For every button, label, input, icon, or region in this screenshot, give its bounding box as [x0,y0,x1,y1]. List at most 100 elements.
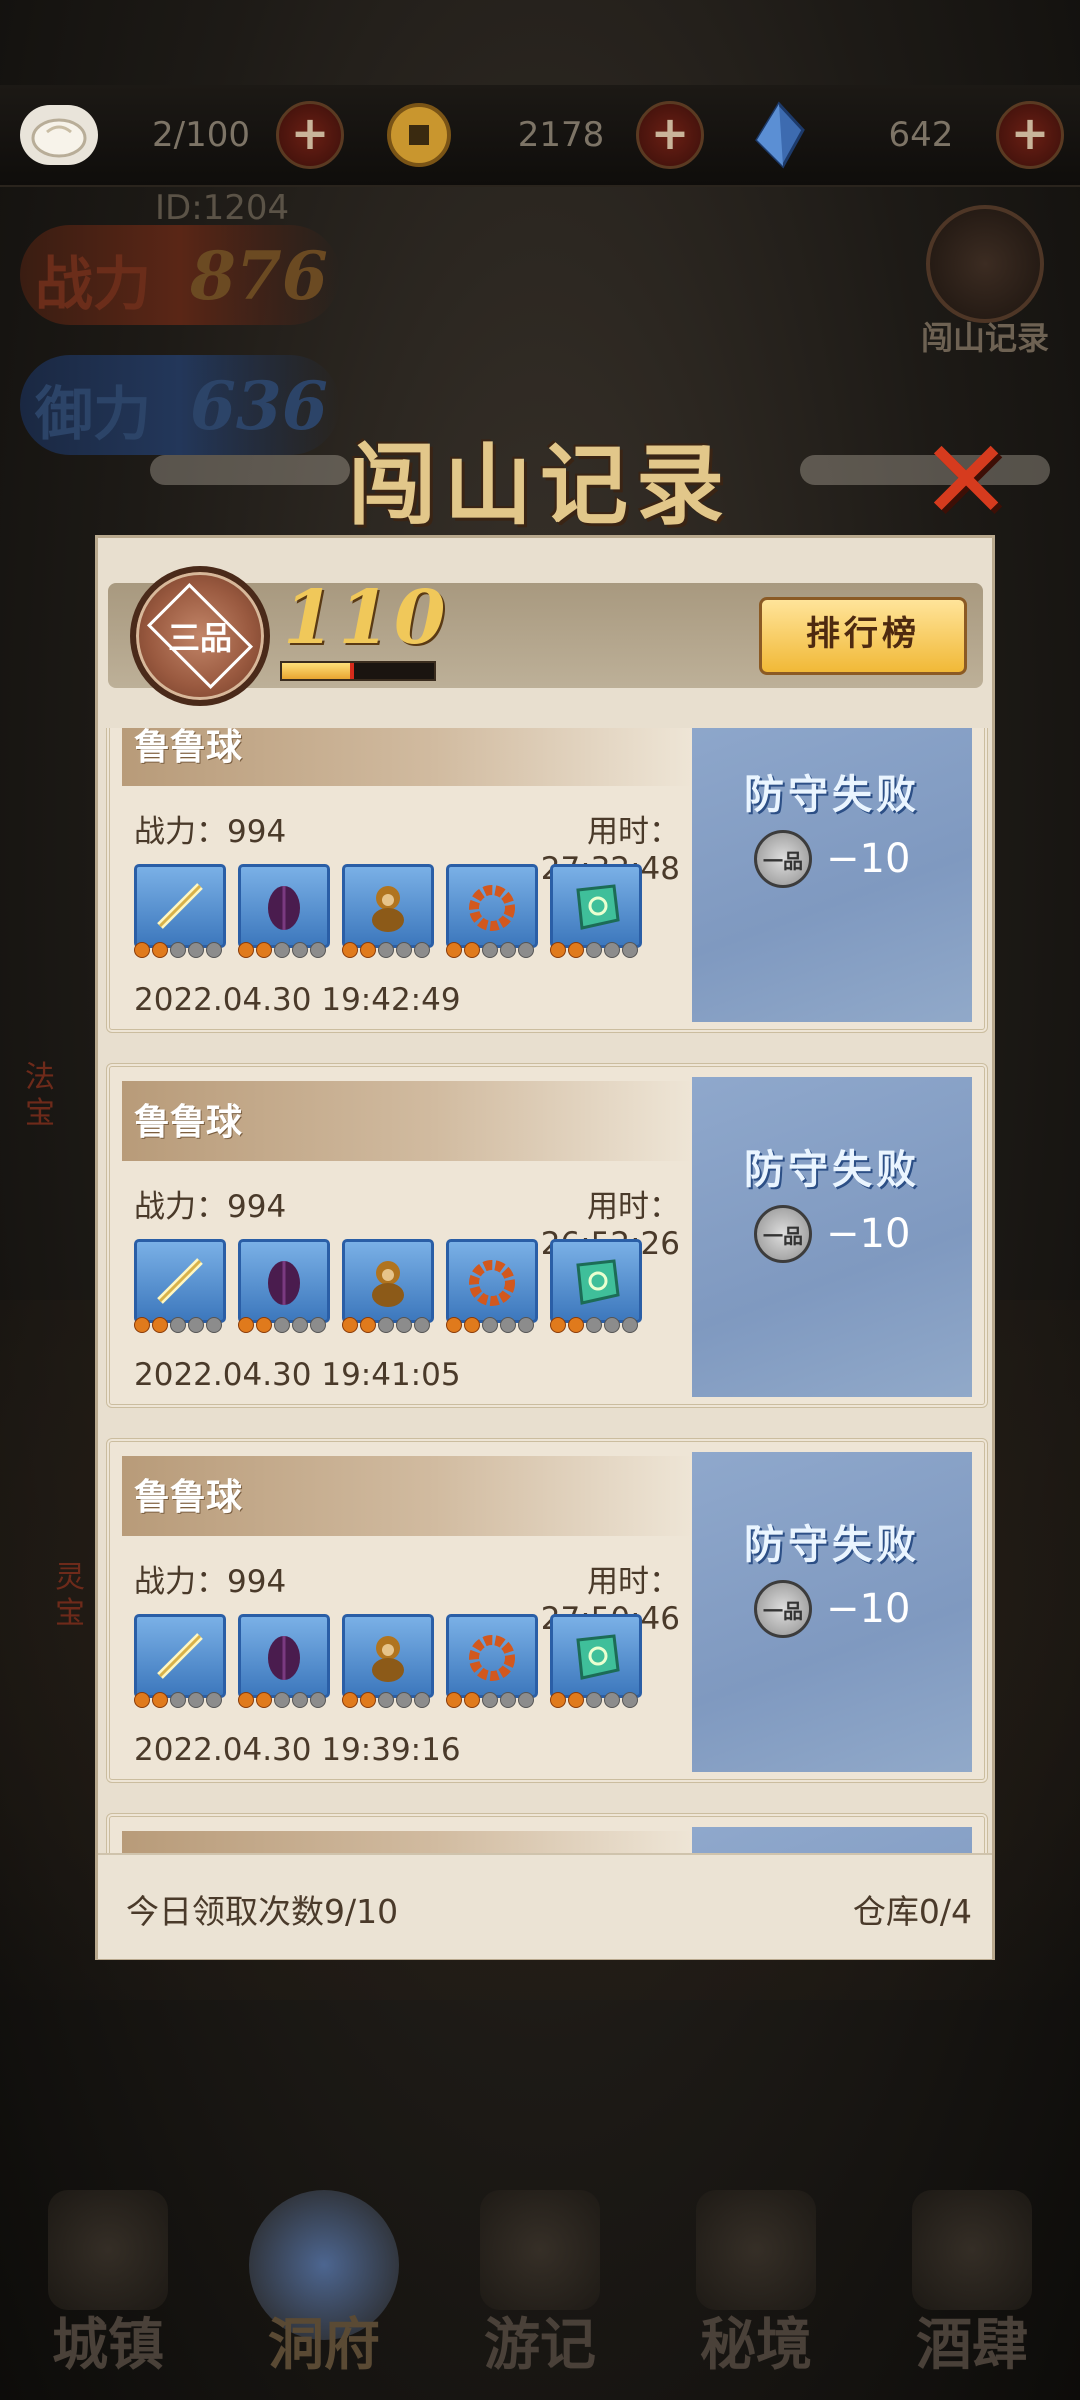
opponent-power: 战力：994 [134,1189,287,1225]
opponent-name: 鲁鲁球 [134,1477,243,1518]
sword-icon [134,1239,226,1323]
star-rating [238,1317,328,1333]
dialog-title: 闯山记录 [347,433,732,537]
result-status: 防守失败 [744,1521,920,1568]
rank-delta-value: −10 [826,836,911,882]
record-icon [926,205,1044,323]
rank-coin-icon: 一品 [754,1205,812,1263]
star-rating [238,1692,328,1708]
crystal-count: 642 [888,115,954,155]
nav-cave[interactable]: 洞府 [224,2180,424,2400]
defense-label: 御力 [35,380,152,448]
add-coin-button[interactable]: + [636,101,704,169]
opponent-power: 战力：994 [134,1564,287,1600]
bottom-nav: 城镇 洞府 游记 秘境 酒肆 [0,2180,1080,2400]
rank-progress-marker [350,663,355,679]
monkey-icon [342,1239,434,1323]
equipment-row [134,864,642,958]
crystal-icon [740,101,818,169]
resource-bar: 2/100 + 2178 + 642 + [0,85,1080,187]
rank-delta: 一品 −10 [754,1580,910,1638]
equipment-slot[interactable] [238,1614,330,1708]
jade-icon [550,1239,642,1323]
result-panel [692,1827,972,1853]
attack-value: 876 [190,237,328,315]
opponent-name: 鲁鲁球 [134,1102,243,1143]
nav-town[interactable]: 城镇 [8,2180,208,2400]
equipment-slot[interactable] [446,1614,538,1708]
equipment-slot[interactable] [446,864,538,958]
nav-secret-realm[interactable]: 秘境 [656,2180,856,2400]
record-date: 2022.04.30 19:41:05 [134,1357,461,1393]
equipment-slot[interactable] [550,1614,642,1708]
bead-icon [446,1614,538,1698]
rank-badge-text: 三品 [167,619,232,657]
result-status: 防守失败 [744,1146,920,1193]
equipment-slot[interactable] [342,1239,434,1333]
equipment-slot[interactable] [446,1239,538,1333]
rank-progress-fill [282,663,351,679]
star-rating [550,1317,640,1333]
rank-delta: 一品 −10 [754,830,910,888]
rank-bar: 三品 110 排行榜 [108,566,983,706]
nav-label: 游记 [484,2312,596,2378]
equipment-slot[interactable] [550,864,642,958]
attack-power: 战力 876 [20,225,340,325]
climb-record-shortcut[interactable]: 闯山记录 [900,205,1070,359]
equipment-slot[interactable] [342,864,434,958]
defense-value: 636 [190,367,328,445]
star-rating [342,1317,432,1333]
record-list[interactable]: 鲁鲁球战力：994用时：27:32:482022.04.30 19:42:49防… [98,728,998,1853]
jade-icon [550,864,642,948]
coin-count: 2178 [517,115,605,155]
side-tab-spirit[interactable]: 灵宝 [55,1560,95,1632]
star-rating [342,1692,432,1708]
star-rating [446,1317,536,1333]
nav-label: 酒肆 [916,2312,1028,2378]
monkey-icon [342,864,434,948]
add-bun-button[interactable]: + [276,101,344,169]
sword-icon [134,864,226,948]
nav-label: 秘境 [700,2312,812,2378]
rank-coin-icon: 一品 [754,1580,812,1638]
record-card[interactable]: 鲁鲁球战力：994用时：27:50:462022.04.30 19:39:16防… [106,1438,988,1783]
nav-label: 城镇 [52,2312,164,2378]
rank-delta-value: −10 [826,1586,911,1632]
equipment-slot[interactable] [134,1614,226,1708]
bead-icon [446,1239,538,1323]
equipment-slot[interactable] [238,864,330,958]
star-rating [134,942,224,958]
record-card[interactable]: 鲁鲁球 [106,1813,988,1853]
result-panel: 防守失败 一品 −10 [692,728,972,1022]
ranking-button[interactable]: 排行榜 [759,597,967,675]
bead-icon [446,864,538,948]
equipment-slot[interactable] [238,1239,330,1333]
nav-tavern[interactable]: 酒肆 [872,2180,1072,2400]
star-rating [134,1692,224,1708]
feather-icon [238,864,330,948]
resource-bun: 2/100 + [20,85,344,185]
nav-journey[interactable]: 游记 [440,2180,640,2400]
record-card[interactable]: 鲁鲁球战力：994用时：27:32:482022.04.30 19:42:49防… [106,728,988,1033]
rank-delta: 一品 −10 [754,1205,910,1263]
feather-icon [238,1614,330,1698]
rank-score: 110 [283,575,450,661]
equipment-slot[interactable] [134,864,226,958]
rank-progress-bar [280,661,436,681]
resource-coin: 2178 + [380,85,704,185]
tavern-icon [912,2190,1032,2310]
resource-crystal: 642 + [740,85,1064,185]
equipment-slot[interactable] [342,1614,434,1708]
side-tab-treasure[interactable]: 法宝 [25,1060,65,1132]
record-card[interactable]: 鲁鲁球战力：994用时：26:52:262022.04.30 19:41:05防… [106,1063,988,1408]
climb-record-dialog: 三品 110 排行榜 鲁鲁球战力：994用时：27:32:482022.04.3… [95,535,995,1960]
close-icon: ✕ [920,416,1013,544]
add-crystal-button[interactable]: + [996,101,1064,169]
close-button[interactable]: ✕ [920,425,1012,535]
equipment-slot[interactable] [550,1239,642,1333]
result-panel: 防守失败一品 −10 [692,1077,972,1397]
bun-count: 2/100 [152,115,250,155]
dialog-footer: 今日领取次数9/10 仓库0/4 [98,1853,992,1959]
warehouse-count[interactable]: 仓库0/4 [853,1885,972,1933]
equipment-slot[interactable] [134,1239,226,1333]
